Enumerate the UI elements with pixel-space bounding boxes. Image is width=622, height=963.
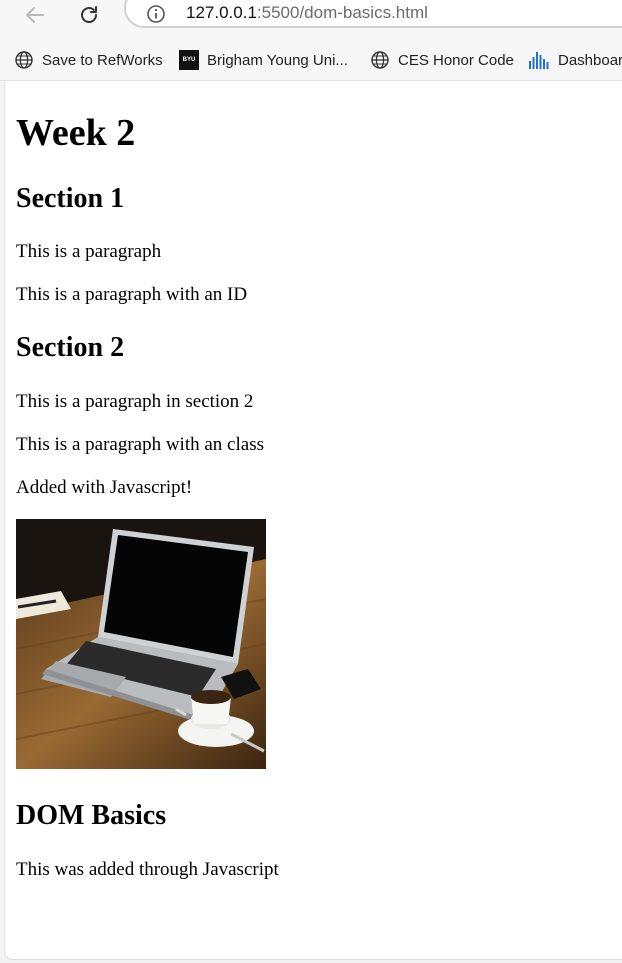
- section-2-heading: Section 2: [16, 332, 125, 363]
- info-icon[interactable]: [146, 4, 166, 24]
- url-path: :5500/dom-basics.html: [256, 3, 428, 22]
- globe-icon: [371, 51, 389, 69]
- page-viewport: Week 2 Section 1 This is a paragraph Thi…: [4, 81, 622, 960]
- bookmark-label: CES Honor Code: [398, 51, 514, 69]
- paragraph: This is a paragraph: [16, 241, 162, 262]
- url-text[interactable]: 127.0.0.1:5500/dom-basics.html: [186, 3, 428, 23]
- bookmark-ces-honor-code[interactable]: CES Honor Code: [370, 42, 514, 78]
- paragraph-with-class: This is a paragraph with an class: [16, 434, 264, 455]
- js-added-paragraph: Added with Javascript!: [16, 477, 193, 498]
- bookmark-brigham-young[interactable]: BYU Brigham Young Uni...: [179, 42, 348, 78]
- url-host: 127.0.0.1: [186, 3, 257, 22]
- dom-basics-heading: DOM Basics: [16, 800, 167, 831]
- reload-button[interactable]: [76, 2, 102, 28]
- section-1-heading: Section 1: [16, 183, 125, 214]
- paragraph-with-id: This is a paragraph with an ID: [16, 284, 248, 305]
- bookmark-dashboard[interactable]: Dashboard: [528, 42, 622, 78]
- bookmarks-bar: Save to RefWorks BYU Brigham Young Uni..…: [0, 42, 622, 81]
- dashboard-bars-icon: [529, 52, 549, 69]
- bookmark-label: Dashboard: [558, 51, 622, 69]
- paragraph-section-2: This is a paragraph in section 2: [16, 391, 254, 412]
- back-button[interactable]: [22, 2, 48, 28]
- js-added-paragraph-2: This was added through Javascript: [16, 859, 279, 880]
- browser-toolbar: 127.0.0.1:5500/dom-basics.html: [0, 0, 622, 42]
- bookmark-save-to-refworks[interactable]: Save to RefWorks: [14, 42, 163, 78]
- laptop-image: [16, 519, 266, 769]
- byu-logo-icon: BYU: [179, 50, 199, 70]
- reload-icon: [81, 6, 97, 23]
- page-title: Week 2: [16, 112, 136, 154]
- arrow-left-icon: [26, 7, 44, 23]
- globe-icon: [15, 51, 33, 69]
- bookmark-label: Brigham Young Uni...: [207, 51, 348, 69]
- bookmark-label: Save to RefWorks: [42, 51, 163, 69]
